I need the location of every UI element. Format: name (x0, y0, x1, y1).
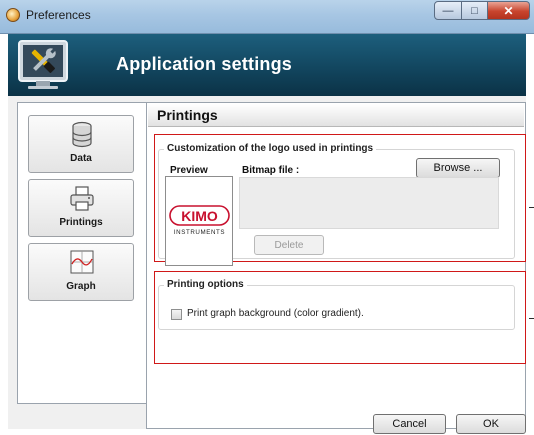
printings-panel: Printings Customization of the logo used… (146, 102, 534, 429)
svg-text:INSTRUMENTS: INSTRUMENTS (174, 229, 225, 236)
group-title: Printing options (164, 279, 247, 290)
ok-button[interactable]: OK (456, 414, 526, 434)
section-title: Printings (157, 107, 218, 123)
sidebar-item-label: Printings (59, 217, 103, 228)
callout-line (529, 318, 534, 319)
database-icon (72, 121, 92, 148)
sidebar-item-data[interactable]: Data (28, 115, 134, 173)
maximize-button[interactable]: □ (462, 1, 488, 20)
sidebar-item-printings[interactable]: Printings (28, 179, 134, 237)
close-button[interactable]: ✕ (488, 1, 530, 20)
title-bar[interactable]: Preferences — □ ✕ (0, 0, 534, 34)
settings-body: Data Printings Graph Printings Customiza… (8, 96, 534, 429)
page-title: Application settings (116, 54, 293, 74)
callout-line (529, 207, 534, 208)
delete-button[interactable]: Delete (254, 235, 324, 255)
sidebar-item-label: Graph (66, 281, 96, 292)
bitmap-file-field[interactable] (239, 177, 499, 229)
preview-label: Preview (170, 165, 208, 176)
minimize-button[interactable]: — (434, 1, 462, 20)
logo-preview: KIMO INSTRUMENTS (165, 176, 233, 266)
app-icon (6, 8, 20, 22)
printer-icon (70, 186, 94, 211)
print-background-label[interactable]: Print graph background (color gradient). (187, 308, 364, 319)
graph-icon (70, 250, 94, 274)
sidebar-item-graph[interactable]: Graph (28, 243, 134, 301)
print-background-checkbox[interactable] (171, 309, 182, 320)
group-title: Customization of the logo used in printi… (164, 143, 377, 154)
preferences-window: Preferences — □ ✕ Application settings D… (0, 0, 534, 435)
tools-icon (18, 40, 68, 89)
header-banner: Application settings (8, 34, 526, 96)
kimo-logo: KIMO INSTRUMENTS (169, 205, 230, 236)
sidebar-item-label: Data (70, 153, 92, 164)
browse-button[interactable]: Browse ... (416, 158, 500, 178)
window-title: Preferences (26, 8, 91, 22)
sidebar: Data Printings Graph (17, 102, 154, 404)
bitmap-file-label: Bitmap file : (242, 165, 300, 176)
cancel-button[interactable]: Cancel (373, 414, 446, 434)
svg-text:KIMO: KIMO (181, 208, 218, 224)
section-header: Printings (148, 104, 524, 127)
